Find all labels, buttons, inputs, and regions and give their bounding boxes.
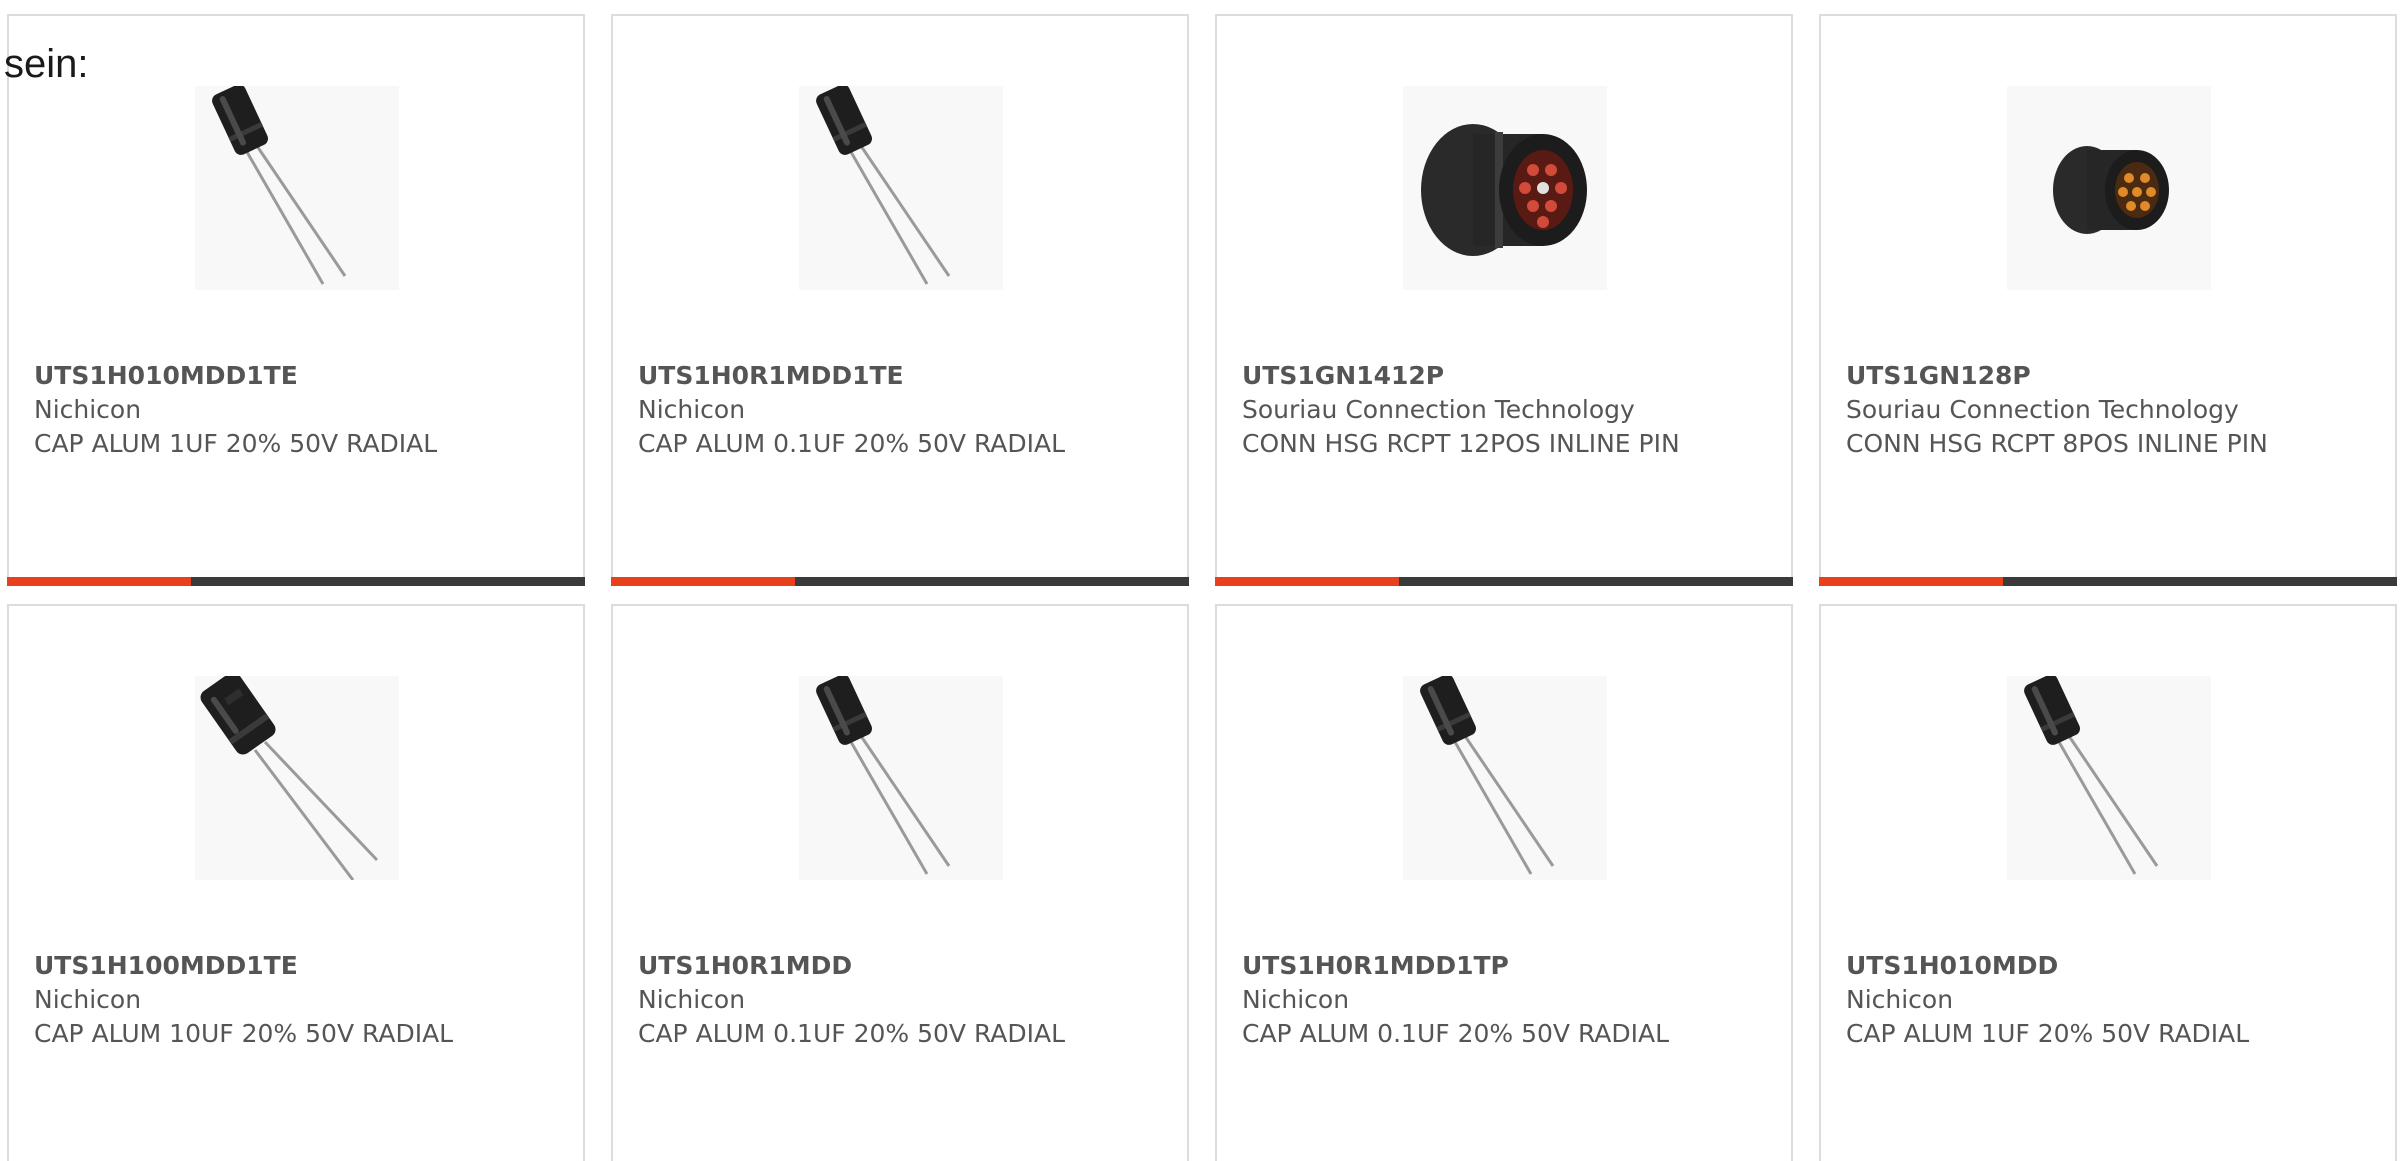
part-number[interactable]: UTS1H100MDD1TE (34, 949, 474, 983)
connector-icon (2007, 86, 2211, 290)
product-grid: UTS1H010MDD1TE Nichicon CAP ALUM 1UF 20%… (0, 0, 2400, 1161)
intro-text: sein: (4, 42, 89, 86)
accent-strip (611, 577, 795, 586)
part-number[interactable]: UTS1H0R1MDD1TE (638, 359, 1078, 393)
manufacturer: Nichicon (638, 985, 746, 1014)
capacitor-icon (195, 86, 399, 290)
description: CAP ALUM 0.1UF 20% 50V RADIAL (1242, 1019, 1670, 1048)
card-bottom-bar (1819, 577, 2397, 586)
part-number[interactable]: UTS1GN128P (1846, 359, 2286, 393)
accent-strip (7, 577, 191, 586)
product-card[interactable]: UTS1H0R1MDD1TE Nichicon CAP ALUM 0.1UF 2… (611, 14, 1189, 586)
manufacturer: Souriau Connection Technology (1846, 395, 2239, 424)
product-card[interactable]: UTS1H0R1MDD Nichicon CAP ALUM 0.1UF 20% … (611, 604, 1189, 1161)
capacitor-icon (2007, 676, 2211, 880)
description: CAP ALUM 1UF 20% 50V RADIAL (34, 429, 438, 458)
product-card[interactable]: UTS1H010MDD1TE Nichicon CAP ALUM 1UF 20%… (7, 14, 585, 586)
part-number[interactable]: UTS1H0R1MDD1TP (1242, 949, 1682, 983)
product-card[interactable]: UTS1H100MDD1TE Nichicon CAP ALUM 10UF 20… (7, 604, 585, 1161)
part-number[interactable]: UTS1H0R1MDD (638, 949, 1078, 983)
product-info: UTS1H0R1MDD Nichicon CAP ALUM 0.1UF 20% … (638, 949, 1078, 1051)
manufacturer: Nichicon (34, 395, 142, 424)
product-card[interactable]: UTS1H010MDD Nichicon CAP ALUM 1UF 20% 50… (1819, 604, 2397, 1161)
manufacturer: Nichicon (1242, 985, 1350, 1014)
capacitor-icon (799, 676, 1003, 880)
description: CONN HSG RCPT 8POS INLINE PIN (1846, 429, 2268, 458)
product-card[interactable]: UTS1GN1412P Souriau Connection Technolog… (1215, 14, 1793, 586)
product-info: UTS1H0R1MDD1TP Nichicon CAP ALUM 0.1UF 2… (1242, 949, 1682, 1051)
manufacturer: Nichicon (1846, 985, 1954, 1014)
capacitor-icon (799, 86, 1003, 290)
card-bottom-bar (7, 577, 585, 586)
part-number[interactable]: UTS1H010MDD (1846, 949, 2286, 983)
manufacturer: Nichicon (638, 395, 746, 424)
card-bottom-bar (1215, 577, 1793, 586)
description: CAP ALUM 1UF 20% 50V RADIAL (1846, 1019, 2250, 1048)
accent-strip (1819, 577, 2003, 586)
product-card[interactable]: UTS1H0R1MDD1TP Nichicon CAP ALUM 0.1UF 2… (1215, 604, 1793, 1161)
manufacturer: Nichicon (34, 985, 142, 1014)
product-info: UTS1H010MDD Nichicon CAP ALUM 1UF 20% 50… (1846, 949, 2286, 1051)
capacitor-icon (1403, 676, 1607, 880)
page: sein: UTS1H010MDD1TE Nichicon CAP ALUM 1… (0, 0, 2400, 1161)
description: CAP ALUM 0.1UF 20% 50V RADIAL (638, 1019, 1066, 1048)
part-number[interactable]: UTS1H010MDD1TE (34, 359, 474, 393)
part-number[interactable]: UTS1GN1412P (1242, 359, 1682, 393)
description: CAP ALUM 10UF 20% 50V RADIAL (34, 1019, 454, 1048)
product-info: UTS1H0R1MDD1TE Nichicon CAP ALUM 0.1UF 2… (638, 359, 1078, 461)
product-info: UTS1GN1412P Souriau Connection Technolog… (1242, 359, 1682, 461)
description: CONN HSG RCPT 12POS INLINE PIN (1242, 429, 1680, 458)
capacitor-icon (195, 676, 399, 880)
card-bottom-bar (611, 577, 1189, 586)
connector-icon (1403, 86, 1607, 290)
accent-strip (1215, 577, 1399, 586)
product-card[interactable]: UTS1GN128P Souriau Connection Technology… (1819, 14, 2397, 586)
product-info: UTS1H100MDD1TE Nichicon CAP ALUM 10UF 20… (34, 949, 474, 1051)
manufacturer: Souriau Connection Technology (1242, 395, 1635, 424)
description: CAP ALUM 0.1UF 20% 50V RADIAL (638, 429, 1066, 458)
product-info: UTS1H010MDD1TE Nichicon CAP ALUM 1UF 20%… (34, 359, 474, 461)
product-info: UTS1GN128P Souriau Connection Technology… (1846, 359, 2286, 461)
